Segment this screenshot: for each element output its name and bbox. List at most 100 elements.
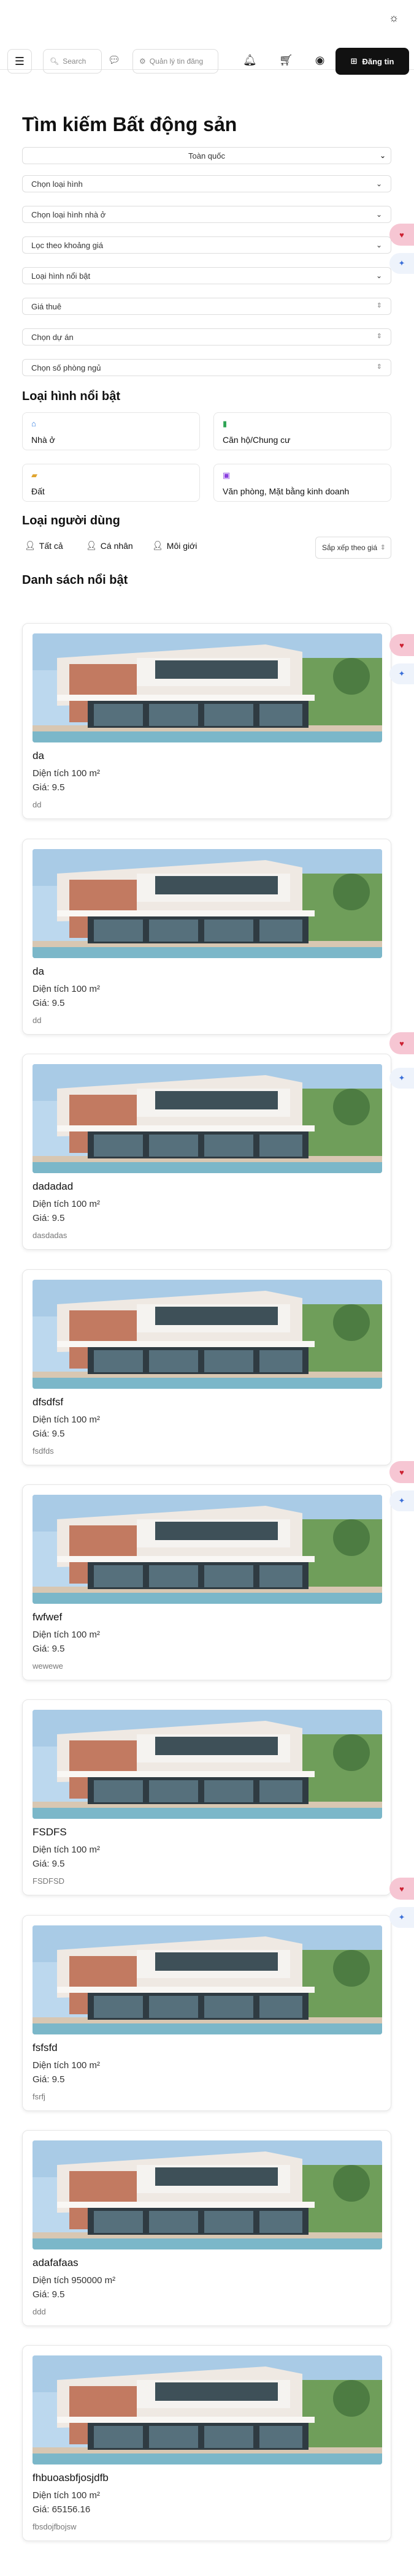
listing-desc: fsdfds xyxy=(33,1446,54,1456)
property-type-select[interactable]: Chọn loại hình ⌄ xyxy=(22,175,391,192)
listing-card[interactable]: FSDFS Diện tích 100 m² Giá: 9.5 FSDFSD xyxy=(22,1699,391,1895)
listing-card[interactable]: fhbuoasbfjosjdfb Diện tích 100 m² Giá: 6… xyxy=(22,2345,391,2541)
listing-name: da xyxy=(33,750,44,761)
office-icon: ▣ xyxy=(223,470,231,480)
admin-placeholder: Quản lý tin đăng xyxy=(149,57,204,66)
user-type-title: Loại người dùng xyxy=(22,514,120,527)
post-button[interactable]: ⊞ Đăng tin xyxy=(335,48,409,75)
updown-icon: ⇕ xyxy=(380,544,386,551)
listing-name: dfsdfsf xyxy=(33,1396,64,1408)
user-type-all[interactable]: 👤︎ Tất cả xyxy=(25,540,63,551)
user-type-personal[interactable]: 👤︎ Cá nhân xyxy=(86,540,133,551)
listing-price: Giá: 65156.16 xyxy=(33,2504,91,2515)
listing-area: Diện tích 100 m² xyxy=(33,1415,101,1425)
price-range-select[interactable]: Lọc theo khoảng giá ⌄ xyxy=(22,236,391,254)
listing-photo xyxy=(33,1710,382,1819)
listing-photo xyxy=(33,1064,382,1173)
cart-icon[interactable]: 🛒︎ xyxy=(279,54,293,67)
user-icon[interactable]: ◉ xyxy=(315,54,325,67)
ptype-office[interactable]: ▣ Văn phòng, Mặt bằng kinh doanh xyxy=(213,464,391,502)
listing-name: FSDFS xyxy=(33,1826,67,1838)
user-type-label: Cá nhân xyxy=(100,540,133,551)
listing-card[interactable]: da Diện tích 100 m² Giá: 9.5 dd xyxy=(22,839,391,1035)
listing-card[interactable]: fsfsfd Diện tích 100 m² Giá: 9.5 fsrfj xyxy=(22,1915,391,2111)
top-spacer xyxy=(0,0,414,37)
listing-name: fsfsfd xyxy=(33,2042,58,2053)
chat-float-icon[interactable]: ✦ xyxy=(389,253,414,274)
sort-label: Sắp xếp theo giá xyxy=(322,543,378,552)
ptype-label: Căn hộ/Chung cư xyxy=(223,435,291,445)
listing-desc: ddd xyxy=(33,2307,46,2316)
chevron-down-icon: ⌄ xyxy=(375,241,382,249)
ptype-label: Văn phòng, Mặt bằng kinh doanh xyxy=(223,486,350,496)
listing-desc: fbsdojfbojsw xyxy=(33,2522,77,2531)
heart-float-icon[interactable]: ♥ xyxy=(389,1461,414,1483)
search-placeholder: Search xyxy=(63,57,86,66)
bedroom-select[interactable]: Chọn số phòng ngủ ⇕ xyxy=(22,359,391,376)
heart-float-icon[interactable]: ♥ xyxy=(389,224,414,246)
ptype-label: Đất xyxy=(31,486,45,496)
featured-type-select[interactable]: Loại hình nổi bật ⌄ xyxy=(22,267,391,284)
sort-select[interactable]: Sắp xếp theo giá ⇕ xyxy=(315,537,391,559)
listing-photo xyxy=(33,633,382,742)
chat-float-icon[interactable]: ✦ xyxy=(389,1068,414,1089)
chevron-down-icon: ⌄ xyxy=(375,179,382,188)
heart-float-icon[interactable]: ♥ xyxy=(389,1032,414,1054)
rent-price-select[interactable]: Giá thuê ⇕ xyxy=(22,298,391,315)
listing-price: Giá: 9.5 xyxy=(33,782,65,793)
sun-icon[interactable]: ☼ xyxy=(385,9,403,27)
user-type-broker[interactable]: 👤︎ Môi giới xyxy=(152,540,197,551)
user-type-label: Môi giới xyxy=(166,540,197,551)
chevron-down-icon: ⌄ xyxy=(375,271,382,280)
post-label: Đăng tin xyxy=(362,56,394,66)
house-type-select[interactable]: Chọn loại hình nhà ở ⌄ xyxy=(22,206,391,223)
heart-float-icon[interactable]: ♥ xyxy=(389,634,414,656)
heart-float-icon[interactable]: ♥ xyxy=(389,1878,414,1900)
menu-icon[interactable]: ☰ xyxy=(7,49,32,74)
listing-area: Diện tích 100 m² xyxy=(33,984,101,994)
listing-name: dadadad xyxy=(33,1180,74,1192)
admin-input[interactable]: ⚙ Quản lý tin đăng xyxy=(132,49,218,74)
project-select[interactable]: Chọn dự án ⇕ xyxy=(22,328,391,346)
listing-area: Diện tích 100 m² xyxy=(33,768,101,779)
listing-card[interactable]: dadadad Diện tích 100 m² Giá: 9.5 dasdad… xyxy=(22,1054,391,1250)
page-title: Tìm kiếm Bất động sản xyxy=(22,113,237,135)
admin-icon: ⚙ xyxy=(139,57,146,66)
listing-desc: FSDFSD xyxy=(33,1876,64,1886)
listing-name: adafafaas xyxy=(33,2257,79,2268)
listing-price: Giá: 9.5 xyxy=(33,1644,65,1654)
listing-area: Diện tích 100 m² xyxy=(33,2490,101,2501)
search-icon: 🔍︎ xyxy=(50,57,59,66)
bell-icon[interactable]: 🔔︎ xyxy=(243,54,257,67)
search-input[interactable]: 🔍︎ Search xyxy=(43,49,102,74)
listing-desc: fsrfj xyxy=(33,2092,45,2101)
chat-icon[interactable]: 💬︎ xyxy=(108,54,120,66)
chat-float-icon[interactable]: ✦ xyxy=(389,1907,414,1928)
listing-card[interactable]: fwfwef Diện tích 100 m² Giá: 9.5 wewewe xyxy=(22,1484,391,1680)
listing-card[interactable]: dfsdfsf Diện tích 100 m² Giá: 9.5 fsdfds xyxy=(22,1269,391,1465)
listing-price: Giá: 9.5 xyxy=(33,2074,65,2085)
listing-desc: dasdadas xyxy=(33,1231,67,1240)
listing-area: Diện tích 100 m² xyxy=(33,1845,101,1855)
user-tie-icon: 👤︎ xyxy=(152,540,163,550)
listing-card[interactable]: adafafaas Diện tích 950000 m² Giá: 9.5 d… xyxy=(22,2130,391,2326)
listing-price: Giá: 9.5 xyxy=(33,998,65,1008)
region-select[interactable]: Toàn quốc ⌄ xyxy=(22,147,391,164)
ptype-apartment[interactable]: ▮ Căn hộ/Chung cư xyxy=(213,412,391,450)
bedroom-value: Chọn số phòng ngủ xyxy=(31,363,101,372)
home-icon: ⌂ xyxy=(31,419,36,428)
listing-price: Giá: 9.5 xyxy=(33,2289,65,2300)
chevron-down-icon: ⌄ xyxy=(375,210,382,219)
user-icon: 👤︎ xyxy=(25,540,36,550)
chat-float-icon[interactable]: ✦ xyxy=(389,1490,414,1511)
listing-price: Giá: 9.5 xyxy=(33,1213,65,1223)
listing-photo xyxy=(33,2140,382,2249)
navbar: ☰ 🔍︎ Search 💬︎ ⚙ Quản lý tin đăng 🔔︎ 🛒︎ … xyxy=(0,43,414,75)
ptype-land[interactable]: ▰ Đất xyxy=(22,464,200,502)
listing-photo xyxy=(33,2355,382,2465)
plus-square-icon: ⊞ xyxy=(350,56,358,66)
ptype-house[interactable]: ⌂ Nhà ở xyxy=(22,412,200,450)
featured-type-value: Loại hình nổi bật xyxy=(31,271,91,281)
chat-float-icon[interactable]: ✦ xyxy=(389,663,414,684)
listing-card[interactable]: da Diện tích 100 m² Giá: 9.5 dd xyxy=(22,623,391,819)
